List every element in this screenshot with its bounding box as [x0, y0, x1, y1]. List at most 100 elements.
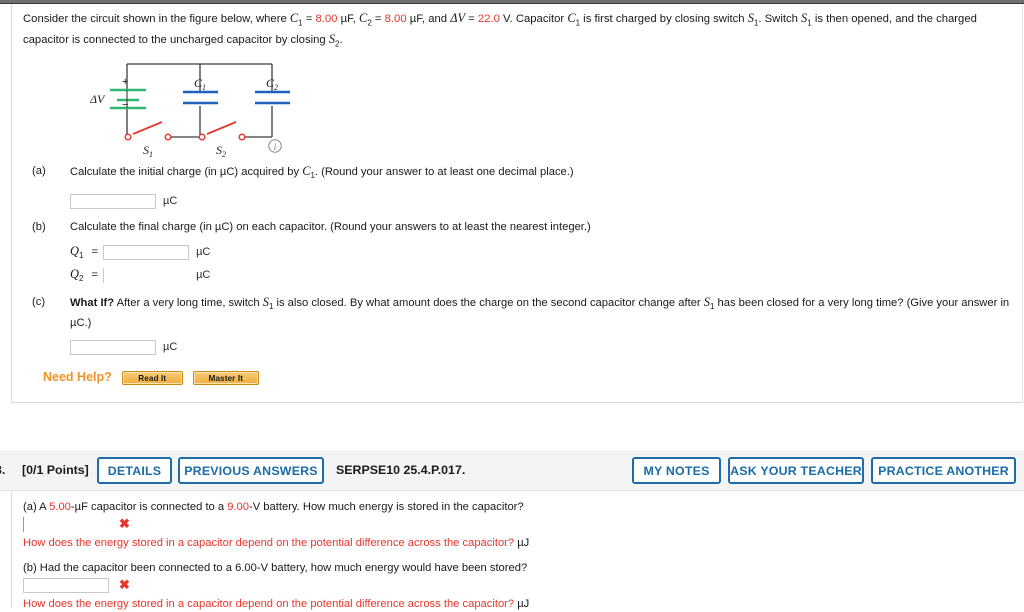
prompt-unit1: µF, [337, 13, 360, 25]
part-b-q1-unit: µC [196, 246, 211, 258]
q3-part-b-tag: (b) Had the capacitor been connected to … [23, 562, 528, 574]
prompt-mid2: is first charged by closing switch [580, 13, 748, 25]
prompt-dv-symbol: ΔV [450, 11, 466, 25]
prompt-unit3: V. Capacitor [499, 13, 568, 25]
previous-answers-button[interactable]: PREVIOUS ANSWERS [178, 457, 324, 484]
question-2-prompt: Consider the circuit shown in the figure… [23, 10, 988, 53]
part-c-tag: (c) [32, 296, 46, 308]
part-a-tag: (a) [32, 165, 46, 177]
part-a-text-after: . (Round your answer to at least one dec… [314, 166, 574, 178]
part-b-q1-input[interactable] [103, 244, 190, 260]
part-c-text-before: After a very long time, switch [114, 297, 263, 309]
prompt-c1-symbol: C [289, 11, 299, 25]
q3-part-a-text2: -V battery. How much energy is stored in… [249, 501, 524, 513]
practice-another-button[interactable]: PRACTICE ANOTHER [871, 457, 1016, 484]
prompt-lead: Consider the circuit shown in the figure… [23, 13, 290, 25]
question-3-part-a-feedback: How does the energy stored in a capacito… [23, 535, 529, 551]
ask-your-teacher-button[interactable]: ASK YOUR TEACHER [728, 457, 864, 484]
q3-part-a-text1: -µF capacitor is connected to a [70, 501, 228, 513]
details-button[interactable]: DETAILS [97, 457, 172, 484]
part-a-body: Calculate the initial charge (in µC) acq… [70, 163, 632, 209]
need-help-label: Need Help? [43, 370, 112, 384]
part-b-q2-subscript: 2 [78, 274, 84, 284]
q3-part-a-value2: 9.00 [227, 501, 249, 513]
question-2-part-a: (a) Calculate the initial charge (in µC)… [32, 163, 632, 209]
part-c-answer-input[interactable] [70, 339, 156, 355]
part-b-q2-unit: µC [196, 269, 211, 282]
part-b-row-q2: Q2 = µC [70, 265, 652, 288]
my-notes-button[interactable]: MY NOTES [632, 457, 721, 484]
switch-s1-symbol [124, 121, 172, 141]
prompt-eq1: = [302, 13, 316, 25]
question-3-points: [0/1 Points] [22, 463, 89, 477]
prompt-period: . [339, 34, 343, 47]
part-b-row-q1: Q1 = µC [70, 242, 652, 265]
part-b-q2-label: Q [70, 267, 79, 282]
part-c-what-if: What If? [70, 297, 115, 309]
question-3-header-bar: 3. [0/1 Points] DETAILS PREVIOUS ANSWERS… [0, 450, 1024, 491]
question-2-card: Consider the circuit shown in the figure… [11, 4, 1023, 403]
question-3-part-b-text: (b) Had the capacitor been connected to … [23, 560, 527, 576]
q3-part-a-feedback-unit: µJ [517, 537, 530, 549]
part-b-text-before: Calculate the final charge (in µC) on ea… [70, 221, 591, 233]
part-a-answer-input[interactable] [70, 193, 156, 209]
part-c-text-mid: is also closed. By what amount does the … [273, 297, 704, 309]
q3-part-a-feedback-text: How does the energy stored in a capacito… [23, 537, 515, 549]
window-top-edge-highlight [0, 0, 1024, 3]
circuit-diagram-svg: ΔV + − C1 C2 S1 S2 i [89, 63, 290, 159]
figure-label-s1: S1 [143, 143, 153, 159]
q3-part-b-answer-input[interactable] [23, 577, 109, 593]
figure-label-c1: C1 [194, 76, 206, 92]
capacitor-c2-symbol [255, 90, 290, 105]
figure-label-delta-v: ΔV [90, 92, 106, 106]
incorrect-mark-icon-a: ✖ [119, 516, 130, 532]
circuit-diagram-figure: ΔV + − C1 C2 S1 S2 i [89, 61, 300, 159]
q3-part-a-answer-input[interactable] [23, 516, 109, 532]
prompt-eq2: = [371, 13, 385, 25]
part-b-q2-equals: = [91, 269, 99, 282]
part-a-text-before: Calculate the initial charge (in µC) acq… [70, 166, 303, 178]
part-b-q1-label: Q [70, 244, 79, 258]
part-c-body: What If? After a very long time, switch … [70, 294, 1024, 355]
prompt-unit2: µF, and [406, 13, 451, 25]
incorrect-mark-icon-b: ✖ [119, 577, 130, 593]
question-3-number: 3. [0, 463, 6, 477]
question-3-serial: SERPSE10 25.4.P.017. [336, 463, 466, 477]
part-a-unit: µC [163, 195, 178, 208]
question-3-body: (a) A 5.00-µF capacitor is connected to … [11, 491, 1024, 610]
prompt-c1-value: 8.00 [315, 13, 338, 25]
q3-part-a-tag: (a) A [23, 501, 50, 513]
part-b-q1-equals: = [91, 246, 99, 258]
figure-label-plus: + [122, 76, 128, 88]
circuit-wires [126, 63, 273, 138]
master-it-button[interactable]: Master It [192, 370, 259, 385]
part-b-tag: (b) [32, 221, 46, 233]
info-icon[interactable]: i [268, 139, 282, 153]
question-3-part-a-answer-row: ✖ [23, 516, 130, 532]
q3-part-a-value1: 5.00 [49, 501, 71, 513]
switch-s2-symbol [198, 121, 246, 141]
question-2-part-b: (b) Calculate the final charge (in µC) o… [32, 219, 652, 288]
prompt-mid-c1-symbol: C [567, 11, 576, 25]
prompt-c2-value: 8.00 [384, 13, 407, 25]
part-c-unit: µC [163, 341, 178, 354]
part-b-q2-input[interactable] [103, 267, 190, 283]
figure-label-minus: − [122, 99, 128, 111]
prompt-eq3: = [465, 13, 478, 25]
q3-part-b-feedback-unit: µJ [517, 598, 530, 610]
question-3-part-b-answer-row: ✖ [23, 577, 130, 593]
prompt-mid3: . Switch [758, 13, 802, 25]
figure-label-s2: S2 [216, 143, 226, 159]
prompt-dv-value: 22.0 [477, 13, 500, 25]
read-it-button[interactable]: Read It [121, 370, 183, 385]
figure-label-c2: C2 [266, 76, 278, 92]
part-b-q1-subscript: 1 [78, 251, 84, 261]
q3-part-b-feedback-text: How does the energy stored in a capacito… [23, 598, 515, 610]
need-help-row: Need Help? Read It Master It [43, 370, 259, 385]
svg-text:i: i [274, 142, 277, 152]
question-3-part-a-text: (a) A 5.00-µF capacitor is connected to … [23, 499, 524, 515]
capacitor-c1-symbol [183, 90, 218, 105]
question-3-part-b-feedback: How does the energy stored in a capacito… [23, 596, 529, 612]
part-b-body: Calculate the final charge (in µC) on ea… [70, 219, 652, 288]
question-2-part-c: (c) What If? After a very long time, swi… [32, 294, 1024, 355]
